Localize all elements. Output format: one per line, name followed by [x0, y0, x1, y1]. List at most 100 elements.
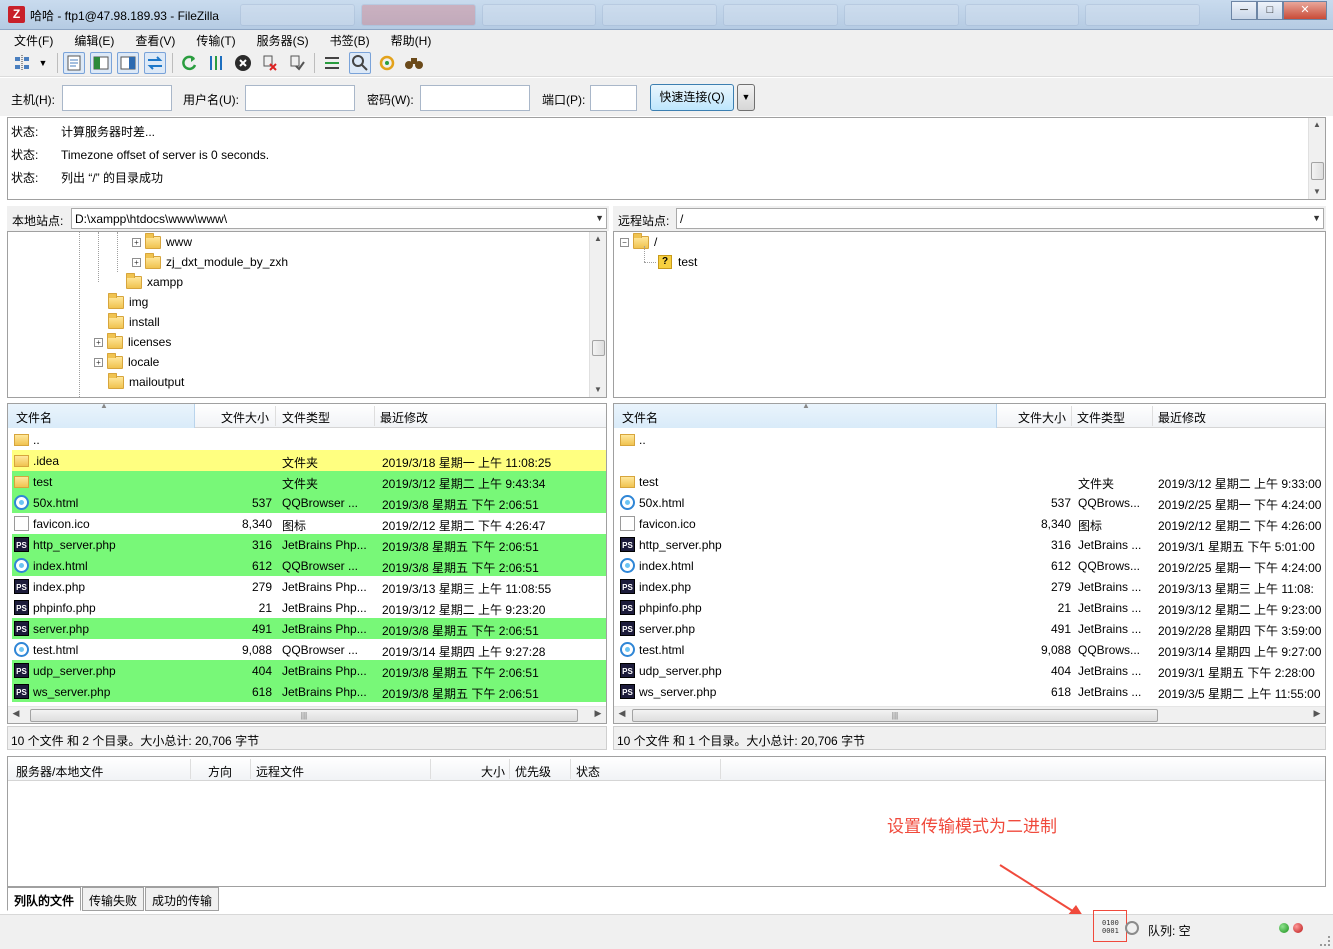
tab-failed-transfers[interactable]: 传输失败	[82, 887, 145, 911]
column-header-type[interactable]: 文件类型	[282, 409, 330, 426]
column-separator[interactable]	[275, 406, 276, 426]
directory-filter-icon[interactable]	[321, 52, 343, 74]
column-header-size[interactable]: 文件大小	[221, 409, 269, 426]
reconnect-icon[interactable]	[286, 52, 308, 74]
toggle-log-icon[interactable]	[63, 52, 85, 74]
column-separator[interactable]	[190, 759, 191, 779]
scroll-thumb[interactable]	[592, 340, 605, 356]
column-header-size[interactable]: 大小	[481, 763, 505, 780]
file-row[interactable]: PS server.php 491 JetBrains Php... 2019/3/8 …	[12, 618, 606, 639]
maximize-button[interactable]: □	[1257, 1, 1283, 20]
tree-node[interactable]: + locale	[94, 352, 159, 369]
remote-file-list[interactable]: 文件名 ▲ 文件大小 文件类型 最近修改 .. test 文件夹 2019/3/12 …	[613, 403, 1326, 724]
remote-directory-tree[interactable]: − / ? test	[613, 231, 1326, 398]
column-separator[interactable]	[1152, 406, 1153, 426]
column-header-direction[interactable]: 方向	[208, 763, 232, 780]
column-header-size[interactable]: 文件大小	[1018, 409, 1066, 426]
column-header-status[interactable]: 状态	[576, 763, 600, 780]
file-row[interactable]: ..	[618, 429, 1324, 450]
local-path-combo[interactable]: D:\xampp\htdocs\www\www\ ▼	[71, 208, 607, 229]
expand-icon[interactable]: +	[132, 257, 141, 267]
file-row[interactable]: test.html 9,088 QQBrows... 2019/3/14 星期四 上午…	[618, 639, 1324, 660]
file-row[interactable]: favicon.ico 8,340 图标 2019/2/12 星期二 下午 4:26:…	[12, 513, 606, 534]
toggle-queue-icon[interactable]	[144, 52, 166, 74]
column-header-remote[interactable]: 远程文件	[256, 763, 304, 780]
expand-icon[interactable]: +	[94, 357, 103, 367]
refresh-icon[interactable]	[178, 52, 200, 74]
file-row[interactable]: PS http_server.php 316 JetBrains ... 2019/3/…	[618, 534, 1324, 555]
minimize-button[interactable]: ─	[1231, 1, 1257, 20]
local-directory-tree[interactable]: + www + zj_dxt_module_by_zxh xampp img ins…	[7, 231, 607, 398]
close-button[interactable]: ✕	[1283, 1, 1327, 20]
username-input[interactable]	[245, 85, 355, 111]
expand-icon[interactable]: +	[132, 237, 141, 247]
menu-help[interactable]: 帮助(H)	[377, 30, 439, 49]
file-row[interactable]: index.html 612 QQBrowser ... 2019/3/8 星期五 下…	[12, 555, 606, 576]
quickconnect-button[interactable]: 快速连接(Q)	[650, 84, 734, 111]
menu-transfer[interactable]: 传输(T)	[182, 30, 242, 49]
scroll-right-icon[interactable]: ▶	[1310, 708, 1324, 719]
cancel-operation-icon[interactable]	[232, 52, 254, 74]
remote-hscrollbar[interactable]: ◀ ||| ▶	[614, 706, 1325, 723]
toggle-remote-tree-icon[interactable]	[117, 52, 139, 74]
local-tree-scrollbar[interactable]: ▲ ▼	[589, 232, 606, 397]
menu-file[interactable]: 文件(F)	[0, 30, 60, 49]
tree-node[interactable]: img	[108, 292, 148, 309]
log-scrollbar[interactable]: ▲ ▼	[1308, 118, 1325, 199]
file-row[interactable]: test 文件夹 2019/3/12 星期二 上午 9:43:34	[12, 471, 606, 492]
toggle-local-tree-icon[interactable]	[90, 52, 112, 74]
column-header-name[interactable]: 文件名	[16, 409, 52, 426]
remote-path-combo[interactable]: / ▼	[676, 208, 1324, 229]
file-row[interactable]: PS phpinfo.php 21 JetBrains ... 2019/3/12 星期…	[618, 597, 1324, 618]
column-header-type[interactable]: 文件类型	[1077, 409, 1125, 426]
tab-successful-transfers[interactable]: 成功的传输	[145, 887, 220, 911]
file-row[interactable]: PS ws_server.php 618 JetBrains Php... 2019/3…	[12, 681, 606, 702]
menu-edit[interactable]: 编辑(E)	[60, 30, 121, 49]
menu-server[interactable]: 服务器(S)	[243, 30, 316, 49]
file-row[interactable]: PS phpinfo.php 21 JetBrains Php... 2019/3/12…	[12, 597, 606, 618]
scroll-thumb[interactable]: |||	[30, 709, 578, 722]
process-queue-icon[interactable]	[205, 52, 227, 74]
file-row[interactable]: .idea 文件夹 2019/3/18 星期一 上午 11:08:25	[12, 450, 606, 471]
tree-node[interactable]: − /	[620, 232, 657, 249]
file-row[interactable]: PS index.php 279 JetBrains ... 2019/3/13 星期三…	[618, 576, 1324, 597]
port-input[interactable]	[590, 85, 637, 111]
column-separator[interactable]	[250, 759, 251, 779]
scroll-left-icon[interactable]: ◀	[615, 708, 629, 719]
host-input[interactable]	[62, 85, 172, 111]
column-header-modified[interactable]: 最近修改	[1158, 409, 1206, 426]
column-separator[interactable]	[374, 406, 375, 426]
speed-limit-icon[interactable]	[1125, 921, 1139, 935]
scroll-left-icon[interactable]: ◀	[9, 708, 23, 719]
file-row[interactable]: PS udp_server.php 404 JetBrains ... 2019/3/1…	[618, 660, 1324, 681]
scroll-down-icon[interactable]: ▼	[590, 383, 606, 397]
local-file-list[interactable]: 文件名 ▲ 文件大小 文件类型 最近修改 .. .idea 文件夹 2019/3/18…	[7, 403, 607, 724]
tree-node[interactable]: install	[108, 312, 160, 329]
file-row[interactable]: PS server.php 491 JetBrains ... 2019/2/28 星期…	[618, 618, 1324, 639]
column-separator[interactable]	[1071, 406, 1072, 426]
filezilla-app-icon[interactable]: Z	[8, 6, 25, 23]
tab-queued-files[interactable]: 列队的文件	[7, 887, 82, 911]
column-header-priority[interactable]: 优先级	[515, 763, 551, 780]
sync-browsing-icon[interactable]	[376, 52, 398, 74]
tree-node[interactable]: + zj_dxt_module_by_zxh	[132, 252, 288, 269]
tree-node[interactable]: ? test	[658, 255, 697, 269]
scroll-right-icon[interactable]: ▶	[591, 708, 605, 719]
scroll-thumb[interactable]: |||	[632, 709, 1158, 722]
local-hscrollbar[interactable]: ◀ ||| ▶	[8, 706, 606, 723]
file-row[interactable]: 50x.html 537 QQBrows... 2019/2/25 星期一 下午 4:…	[618, 492, 1324, 513]
binary-transfer-mode-icon[interactable]: 0100 0001	[1102, 919, 1119, 935]
password-input[interactable]	[420, 85, 530, 111]
message-log[interactable]: 状态: 计算服务器时差... 状态: Timezone offset of serv…	[7, 117, 1326, 200]
column-separator[interactable]	[570, 759, 571, 779]
column-separator[interactable]	[509, 759, 510, 779]
file-row[interactable]: favicon.ico 8,340 图标 2019/2/12 星期二 下午 4:26:…	[618, 513, 1324, 534]
file-row[interactable]: PS ws_server.php 618 JetBrains ... 2019/3/5 …	[618, 681, 1324, 702]
disconnect-icon[interactable]	[259, 52, 281, 74]
file-row[interactable]: index.html 612 QQBrows... 2019/2/25 星期一 下午 …	[618, 555, 1324, 576]
menu-view[interactable]: 查看(V)	[121, 30, 182, 49]
file-row[interactable]: PS udp_server.php 404 JetBrains Php... 2019/…	[12, 660, 606, 681]
tree-node[interactable]: xampp	[126, 272, 183, 289]
compare-directories-icon[interactable]	[349, 52, 371, 74]
chevron-down-icon[interactable]: ▼	[595, 213, 604, 223]
